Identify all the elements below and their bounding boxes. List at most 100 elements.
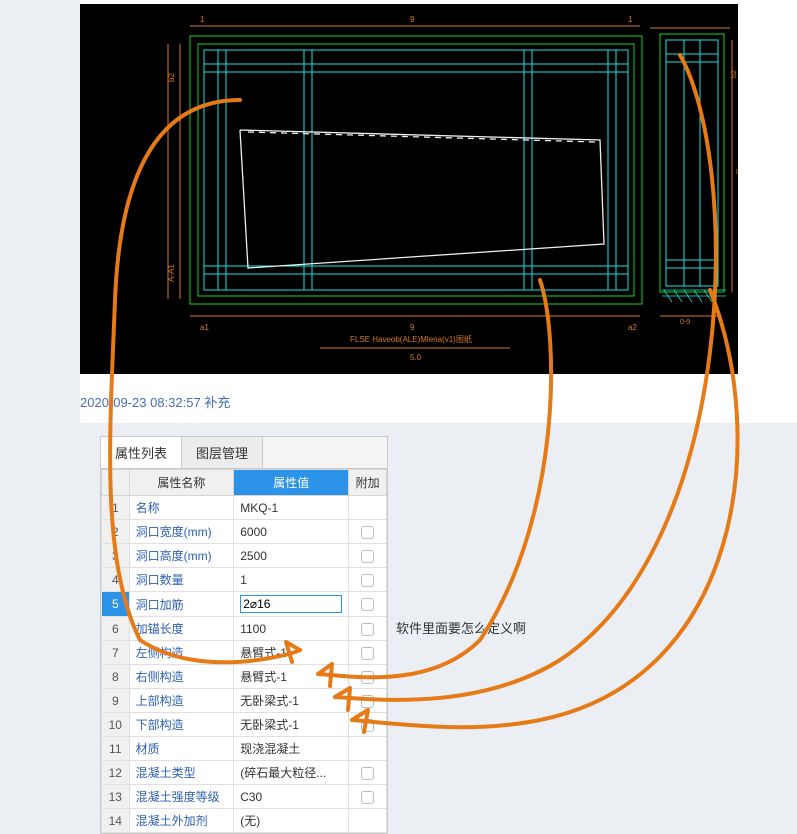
prop-value[interactable]: 2500 (234, 544, 349, 568)
table-row[interactable]: 6加锚长度1100 (102, 617, 387, 641)
checkbox-icon[interactable] (361, 767, 374, 780)
row-number: 13 (102, 785, 130, 809)
table-row[interactable]: 12混凝土类型(碎石最大粒径... (102, 761, 387, 785)
property-panel: 属性列表 图层管理 属性名称 属性值 附加 1名称MKQ-12洞口宽度(mm)6… (100, 436, 388, 834)
prop-name: 混凝土外加剂 (129, 809, 234, 833)
svg-text:1: 1 (200, 15, 205, 24)
prop-extra[interactable] (349, 617, 387, 641)
col-rownum (102, 470, 130, 496)
checkbox-icon[interactable] (361, 791, 374, 804)
prop-extra[interactable] (349, 641, 387, 665)
tab-layer-manage[interactable]: 图层管理 (182, 437, 263, 468)
row-number: 10 (102, 713, 130, 737)
prop-extra[interactable] (349, 544, 387, 568)
row-number: 11 (102, 737, 130, 761)
table-row[interactable]: 4洞口数量1 (102, 568, 387, 592)
prop-value[interactable]: 无卧梁式-1 (234, 689, 349, 713)
prop-extra[interactable] (349, 568, 387, 592)
svg-text:1: 1 (628, 15, 633, 24)
prop-value[interactable]: 悬臂式-1 (234, 665, 349, 689)
prop-name: 上部构造 (129, 689, 234, 713)
prop-value[interactable]: 悬臂式-1 (234, 641, 349, 665)
prop-value[interactable]: (无) (234, 809, 349, 833)
svg-text:b2: b2 (167, 73, 176, 82)
checkbox-icon[interactable] (361, 719, 374, 732)
prop-name: 加锚长度 (129, 617, 234, 641)
checkbox-icon[interactable] (361, 526, 374, 539)
timestamp-line: 2020-09-23 08:32:57 补充 (80, 392, 797, 411)
row-number: 9 (102, 689, 130, 713)
svg-text:a1: a1 (200, 323, 209, 332)
row-number: 5 (102, 592, 130, 617)
svg-text:0-9: 0-9 (680, 319, 690, 326)
svg-text:A-A1: A-A1 (167, 264, 176, 282)
svg-text:5.0: 5.0 (410, 353, 422, 362)
prop-value[interactable]: 无卧梁式-1 (234, 713, 349, 737)
prop-name: 下部构造 (129, 713, 234, 737)
cad-drawing: 1 9 1 a1 9 a2 b2 A-A1 (80, 4, 738, 374)
cad-title: FLSE Haveob(ALE)Mlena(v1)图纸 (350, 334, 472, 344)
table-row[interactable]: 13混凝土强度等级C30 (102, 785, 387, 809)
prop-extra[interactable] (349, 689, 387, 713)
row-number: 12 (102, 761, 130, 785)
prop-extra[interactable] (349, 761, 387, 785)
prop-value[interactable] (234, 592, 349, 617)
table-row[interactable]: 10下部构造无卧梁式-1 (102, 713, 387, 737)
checkbox-icon[interactable] (361, 598, 374, 611)
col-name: 属性名称 (129, 470, 234, 496)
row-number: 4 (102, 568, 130, 592)
prop-value[interactable]: MKQ-1 (234, 496, 349, 520)
tab-bar: 属性列表 图层管理 (101, 437, 387, 469)
svg-text:9: 9 (410, 323, 415, 332)
row-number: 2 (102, 520, 130, 544)
property-table: 属性名称 属性值 附加 1名称MKQ-12洞口宽度(mm)60003洞口高度(m… (101, 469, 387, 833)
prop-value[interactable]: 6000 (234, 520, 349, 544)
table-row[interactable]: 2洞口宽度(mm)6000 (102, 520, 387, 544)
table-row[interactable]: 1名称MKQ-1 (102, 496, 387, 520)
checkbox-icon[interactable] (361, 623, 374, 636)
prop-value[interactable]: 1 (234, 568, 349, 592)
svg-text:b2: b2 (731, 70, 738, 78)
table-row[interactable]: 3洞口高度(mm)2500 (102, 544, 387, 568)
prop-extra[interactable] (349, 713, 387, 737)
checkbox-icon[interactable] (361, 671, 374, 684)
prop-extra[interactable] (349, 737, 387, 761)
prop-extra[interactable] (349, 785, 387, 809)
table-row[interactable]: 11材质现浇混凝土 (102, 737, 387, 761)
checkbox-icon[interactable] (361, 647, 374, 660)
prop-value[interactable]: 现浇混凝土 (234, 737, 349, 761)
row-number: 7 (102, 641, 130, 665)
prop-name: 名称 (129, 496, 234, 520)
prop-name: 材质 (129, 737, 234, 761)
prop-value[interactable]: 1100 (234, 617, 349, 641)
prop-name: 右侧构造 (129, 665, 234, 689)
table-row[interactable]: 9上部构造无卧梁式-1 (102, 689, 387, 713)
prop-name: 左侧构造 (129, 641, 234, 665)
prop-name: 洞口加筋 (129, 592, 234, 617)
table-row[interactable]: 14混凝土外加剂(无) (102, 809, 387, 833)
svg-text:LAE: LAE (736, 169, 738, 176)
table-row[interactable]: 5洞口加筋 (102, 592, 387, 617)
prop-extra[interactable] (349, 665, 387, 689)
prop-extra[interactable] (349, 809, 387, 833)
checkbox-icon[interactable] (361, 550, 374, 563)
prop-name: 洞口宽度(mm) (129, 520, 234, 544)
prop-value[interactable]: C30 (234, 785, 349, 809)
prop-name: 洞口数量 (129, 568, 234, 592)
checkbox-icon[interactable] (361, 574, 374, 587)
prop-name: 混凝土强度等级 (129, 785, 234, 809)
tab-property-list[interactable]: 属性列表 (101, 437, 182, 468)
prop-value[interactable]: (碎石最大粒径... (234, 761, 349, 785)
svg-text:a2: a2 (628, 323, 637, 332)
prop-value-input[interactable] (240, 595, 342, 613)
prop-extra[interactable] (349, 496, 387, 520)
checkbox-icon[interactable] (361, 695, 374, 708)
prop-extra[interactable] (349, 520, 387, 544)
prop-extra[interactable] (349, 592, 387, 617)
side-note-text: 软件里面要怎么定义啊 (396, 618, 526, 637)
svg-text:9: 9 (410, 15, 415, 24)
row-number: 8 (102, 665, 130, 689)
table-row[interactable]: 8右侧构造悬臂式-1 (102, 665, 387, 689)
col-value: 属性值 (234, 470, 349, 496)
table-row[interactable]: 7左侧构造悬臂式-1 (102, 641, 387, 665)
